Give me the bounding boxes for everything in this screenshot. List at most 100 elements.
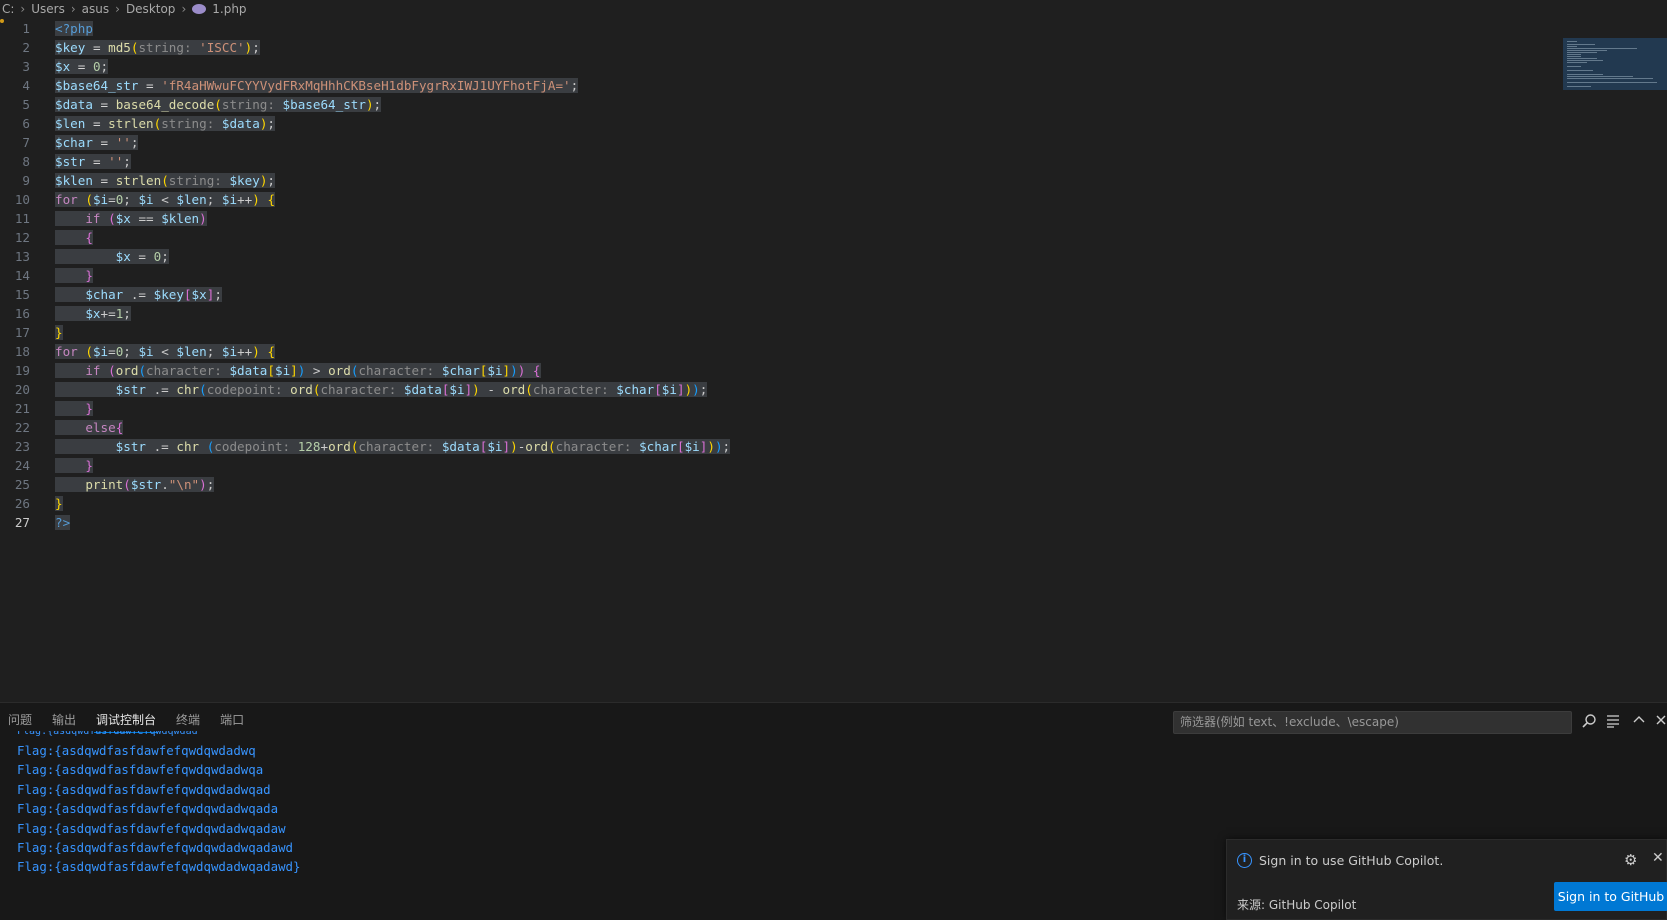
- minimap[interactable]: [1563, 38, 1667, 90]
- code-line: $data = base64_decode(string: $base64_st…: [55, 97, 382, 112]
- code-line: $char .= $key[$x];: [55, 285, 222, 304]
- line-number[interactable]: 22: [0, 420, 30, 435]
- line-number[interactable]: 14: [0, 268, 30, 283]
- line-number[interactable]: 27: [0, 515, 30, 530]
- debug-console-output: Flag:{asdqwdfasfdawfefqwdqwdadwq Flag:{a…: [17, 741, 300, 877]
- line-number[interactable]: 8: [0, 154, 30, 169]
- line-number[interactable]: 7: [0, 135, 30, 150]
- gear-icon[interactable]: ⚙: [1624, 851, 1637, 869]
- line-number[interactable]: 21: [0, 401, 30, 416]
- line-number[interactable]: 3: [0, 59, 30, 74]
- search-icon[interactable]: [1580, 713, 1598, 731]
- code-line: <?php: [55, 21, 93, 36]
- line-number[interactable]: 10: [0, 192, 30, 207]
- console-line: Flag:{asdqwdfasfdawfefqwdqwdadwqadawd}: [17, 859, 301, 875]
- code-line: $str .= chr(codepoint: ord(character: $d…: [55, 380, 708, 399]
- line-number[interactable]: 26: [0, 496, 30, 511]
- line-number[interactable]: 18: [0, 344, 30, 359]
- console-line: Flag:{asdqwdfasfdawfefqwdqwdadwqad: [17, 781, 271, 797]
- code-line: if ($x == $klen): [55, 209, 207, 228]
- code-line: $len = strlen(string: $data);: [55, 116, 275, 131]
- console-line: Flag:{asdqwdfasfdawfefqwdqwdadwqada: [17, 801, 279, 817]
- chevron-up-icon[interactable]: [1630, 713, 1648, 731]
- chevron-right-icon: ›: [20, 2, 26, 16]
- code-line: }: [55, 456, 93, 475]
- tab-ports[interactable]: 端口: [218, 711, 246, 733]
- code-line: $str = '';: [55, 154, 131, 169]
- line-number-row: 1: [0, 19, 1560, 38]
- line-number-row: 26: [0, 494, 1560, 513]
- chevron-right-icon: ›: [115, 2, 120, 16]
- code-line: $str .= chr (codepoint: 128+ord(characte…: [55, 437, 731, 456]
- line-number[interactable]: 9: [0, 173, 30, 188]
- breadcrumb-users[interactable]: Users: [31, 2, 65, 16]
- line-number[interactable]: 17: [0, 325, 30, 340]
- chevron-right-icon: ›: [70, 2, 76, 16]
- line-number[interactable]: 6: [0, 116, 30, 131]
- line-number[interactable]: 13: [0, 249, 30, 264]
- line-number[interactable]: 20: [0, 382, 30, 397]
- line-number-row: 16: [0, 304, 1560, 323]
- code-line: $char = '';: [55, 135, 139, 150]
- php-elephant-icon: [192, 4, 207, 14]
- code-line: $x+=1;: [55, 304, 131, 323]
- breadcrumb-drive[interactable]: C:: [2, 2, 14, 16]
- close-panel-icon[interactable]: [1652, 713, 1667, 731]
- notification-source: 来源: GitHub Copilot: [1237, 898, 1357, 912]
- breadcrumb-asus[interactable]: asus: [82, 2, 109, 16]
- word-wrap-icon[interactable]: [1604, 713, 1622, 731]
- line-number[interactable]: 19: [0, 363, 30, 378]
- line-number[interactable]: 5: [0, 97, 30, 112]
- code-line: for ($i=0; $i < $len; $i++) {: [55, 344, 276, 359]
- info-icon: i: [1237, 853, 1252, 868]
- line-number[interactable]: 4: [0, 78, 30, 93]
- close-icon[interactable]: ✕: [1652, 850, 1664, 866]
- line-number-row: 15: [0, 285, 1560, 304]
- breadcrumb: C: › Users › asus › Desktop › 1.php: [0, 0, 1667, 18]
- tab-output[interactable]: 输出: [50, 711, 78, 733]
- line-number-row: 7: [0, 133, 1560, 152]
- line-number-row: 21: [0, 399, 1560, 418]
- code-line: else{: [55, 418, 124, 437]
- line-number-row: 14: [0, 266, 1560, 285]
- line-number[interactable]: 16: [0, 306, 30, 321]
- copilot-notification: i Sign in to use GitHub Copilot. ⚙ ✕ 来源:…: [1226, 839, 1667, 920]
- line-number[interactable]: 2: [0, 40, 30, 55]
- line-number[interactable]: 15: [0, 287, 30, 302]
- breadcrumb-desktop[interactable]: Desktop: [126, 2, 176, 16]
- code-line: $x = 0;: [55, 59, 109, 74]
- line-number[interactable]: 12: [0, 230, 30, 245]
- code-line: }: [55, 399, 93, 418]
- code-line: for ($i=0; $i < $len; $i++) {: [55, 192, 276, 207]
- line-number[interactable]: 24: [0, 458, 30, 473]
- console-line: Flag:{asdqwdfasfdawfefqwdqwdadwqadawd: [17, 839, 294, 855]
- line-number[interactable]: 1: [0, 21, 30, 36]
- line-number-row: 24: [0, 456, 1560, 475]
- code-line: {: [55, 228, 93, 247]
- code-line: }: [55, 266, 93, 285]
- tab-debug-console[interactable]: 调试控制台: [94, 711, 159, 733]
- console-line: Flag:{asdqwdfasfdawfefqwdqwdadwqa: [17, 762, 264, 778]
- console-line: Flag:{asdqwdfasfdawfefqwdqwdadwq: [17, 743, 256, 758]
- code-line: $x = 0;: [55, 247, 169, 266]
- code-line: $klen = strlen(string: $key);: [55, 173, 275, 188]
- line-number[interactable]: 25: [0, 477, 30, 492]
- code-line: ?>: [55, 515, 71, 530]
- code-line: $base64_str = 'fR4aHWwuFCYYVydFRxMqHhhCK…: [55, 78, 579, 93]
- notification-message: Sign in to use GitHub Copilot.: [1259, 853, 1444, 868]
- line-number-row: 25: [0, 475, 1560, 494]
- tab-problems[interactable]: 问题: [6, 711, 34, 733]
- line-number-row: 11: [0, 209, 1560, 228]
- filter-input[interactable]: 筛选器(例如 text、!exclude、\escape): [1173, 711, 1572, 734]
- line-number[interactable]: 23: [0, 439, 30, 454]
- breadcrumb-file[interactable]: 1.php: [212, 2, 246, 16]
- line-number-row: 22: [0, 418, 1560, 437]
- sign-in-github-button[interactable]: Sign in to GitHub: [1554, 882, 1667, 911]
- code-line: }: [55, 496, 63, 511]
- tab-terminal[interactable]: 终端: [174, 711, 202, 733]
- clipped-output-line: Flag:{asdqwdfasfdawfefqwdqwdad: [17, 731, 198, 737]
- code-editor[interactable]: 1 2 3 4 5 6 7 8 9 10 11 12 13 14 15 16 17 18 19 20 21 22 23 24 2…: [0, 19, 1667, 700]
- line-number[interactable]: 11: [0, 211, 30, 226]
- line-number-row: 3: [0, 57, 1560, 76]
- line-number-row: 8: [0, 152, 1560, 171]
